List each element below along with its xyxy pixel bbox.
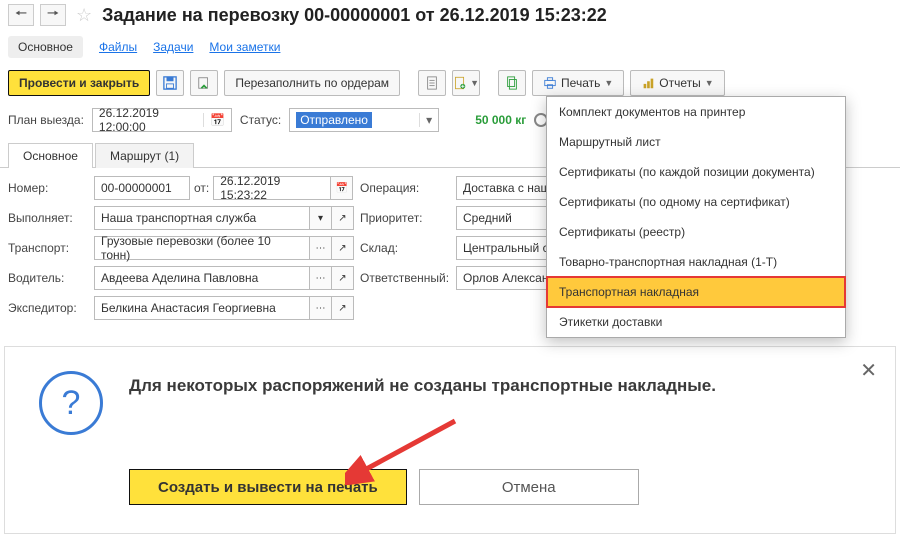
nav-link-notes[interactable]: Мои заметки — [209, 40, 280, 54]
tab-route[interactable]: Маршрут (1) — [95, 143, 194, 168]
print-menu-item[interactable]: Сертификаты (реестр) — [547, 217, 845, 247]
document-icon — [425, 76, 439, 90]
doc-icon-button[interactable] — [418, 70, 446, 96]
print-menu-item[interactable]: Товарно-транспортная накладная (1-Т) — [547, 247, 845, 277]
document-add-icon — [453, 76, 466, 90]
save-button[interactable] — [156, 70, 184, 96]
operation-label: Операция: — [360, 181, 450, 195]
print-menu-item[interactable]: Этикетки доставки — [547, 307, 845, 337]
post-button[interactable] — [190, 70, 218, 96]
link-doc-icon — [505, 76, 519, 90]
transport-label: Транспорт: — [8, 241, 88, 255]
print-menu-item[interactable]: Комплект документов на принтер — [547, 97, 845, 127]
more-icon[interactable]: ⋯ — [310, 236, 332, 260]
from-label: от: — [194, 181, 209, 195]
post-close-label: Провести и закрыть — [19, 76, 139, 90]
transport-field[interactable]: Грузовые перевозки (более 10 тонн) — [94, 236, 310, 260]
print-menu-item[interactable]: Сертификаты (по каждой позиции документа… — [547, 157, 845, 187]
open-icon[interactable]: ↗ — [332, 266, 354, 290]
date-field[interactable]: 26.12.2019 15:23:22 — [213, 176, 331, 200]
print-menu-item-selected[interactable]: Транспортная накладная — [547, 277, 845, 307]
print-menu-item[interactable]: Маршрутный лист — [547, 127, 845, 157]
create-and-print-button[interactable]: Создать и вывести на печать — [129, 469, 407, 505]
calendar-icon[interactable]: 📅 — [203, 113, 225, 127]
chevron-down-icon[interactable]: ▾ — [419, 113, 432, 127]
warehouse-label: Склад: — [360, 241, 450, 255]
star-icon[interactable]: ☆ — [76, 5, 92, 26]
calendar-icon[interactable]: 📅 — [331, 176, 353, 200]
reports-icon — [641, 76, 655, 90]
driver-label: Водитель: — [8, 271, 88, 285]
number-label: Номер: — [8, 181, 88, 195]
more-icon[interactable]: ⋯ — [310, 266, 332, 290]
responsible-label: Ответственный: — [360, 271, 450, 285]
status-value: Отправлено — [296, 112, 372, 128]
post-icon — [197, 76, 211, 90]
priority-label: Приоритет: — [360, 211, 450, 225]
chevron-down-icon: ▼ — [470, 78, 479, 88]
plan-date-field[interactable]: 26.12.2019 12:00:00 📅 — [92, 108, 232, 132]
forwarder-label: Экспедитор: — [8, 301, 88, 315]
refill-by-orders-button[interactable]: Перезаполнить по ордерам — [224, 70, 400, 96]
chevron-down-icon: ▼ — [604, 78, 613, 88]
print-menu-item[interactable]: Сертификаты (по одному на сертификат) — [547, 187, 845, 217]
open-icon[interactable]: ↗ — [332, 296, 354, 320]
doc-add-button[interactable]: ▼ — [452, 70, 480, 96]
performer-field[interactable]: Наша транспортная служба — [94, 206, 310, 230]
chevron-down-icon: ▼ — [705, 78, 714, 88]
printer-icon — [543, 76, 557, 90]
reports-button[interactable]: Отчеты ▼ — [630, 70, 724, 96]
print-dropdown: Комплект документов на принтер Маршрутны… — [546, 96, 846, 338]
close-icon[interactable]: ✕ — [860, 361, 877, 381]
dialog-text: Для некоторых распоряжений не созданы тр… — [129, 371, 716, 435]
status-field[interactable]: Отправлено ▾ — [289, 108, 439, 132]
chevron-down-icon[interactable]: ▾ — [310, 206, 332, 230]
plan-label: План выезда: — [8, 113, 84, 127]
status-label: Статус: — [240, 113, 281, 127]
nav-link-files[interactable]: Файлы — [99, 40, 137, 54]
cancel-button[interactable]: Отмена — [419, 469, 639, 505]
number-field[interactable]: 00-00000001 — [94, 176, 190, 200]
performer-label: Выполняет: — [8, 211, 88, 225]
link-doc-button[interactable] — [498, 70, 526, 96]
nav-link-tasks[interactable]: Задачи — [153, 40, 193, 54]
reports-label: Отчеты — [659, 76, 700, 90]
page-title: Задание на перевозку 00-00000001 от 26.1… — [102, 5, 607, 26]
plan-date-value: 26.12.2019 12:00:00 — [99, 106, 203, 134]
refill-label: Перезаполнить по ордерам — [235, 76, 389, 90]
weight-value: 50 000 кг — [475, 113, 526, 127]
nav-back-button[interactable]: 🠔 — [8, 4, 34, 26]
more-icon[interactable]: ⋯ — [310, 296, 332, 320]
save-icon — [163, 76, 177, 90]
nav-tab-main[interactable]: Основное — [8, 36, 83, 58]
print-label: Печать — [561, 76, 600, 90]
open-icon[interactable]: ↗ — [332, 236, 354, 260]
open-icon[interactable]: ↗ — [332, 206, 354, 230]
confirm-dialog: ✕ ? Для некоторых распоряжений не создан… — [4, 346, 896, 534]
question-icon: ? — [39, 371, 103, 435]
nav-forward-button[interactable]: 🠖 — [40, 4, 66, 26]
driver-field[interactable]: Авдеева Аделина Павловна — [94, 266, 310, 290]
forwarder-field[interactable]: Белкина Анастасия Георгиевна — [94, 296, 310, 320]
print-button[interactable]: Печать ▼ — [532, 70, 624, 96]
post-and-close-button[interactable]: Провести и закрыть — [8, 70, 150, 96]
tab-main[interactable]: Основное — [8, 143, 93, 168]
